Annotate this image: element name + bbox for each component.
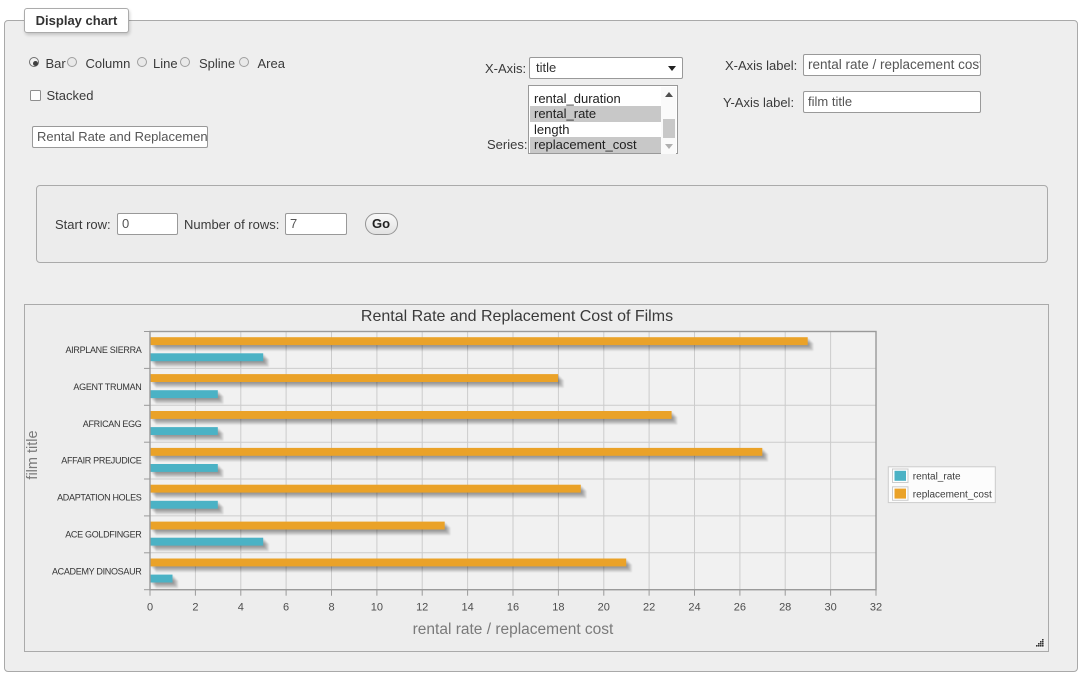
svg-text:18: 18 <box>552 601 564 613</box>
svg-text:replacement_cost: replacement_cost <box>913 489 992 500</box>
svg-text:4: 4 <box>238 601 244 613</box>
svg-text:Rental Rate and Replacement Co: Rental Rate and Replacement Cost of Film… <box>361 308 673 325</box>
svg-text:32: 32 <box>870 601 882 613</box>
svg-text:16: 16 <box>507 601 519 613</box>
svg-text:30: 30 <box>824 601 836 613</box>
svg-text:2: 2 <box>192 601 198 613</box>
svg-text:AGENT TRUMAN: AGENT TRUMAN <box>73 382 141 392</box>
svg-text:rental rate / replacement cost: rental rate / replacement cost <box>413 621 614 638</box>
svg-text:0: 0 <box>147 601 153 613</box>
svg-text:ACADEMY DINOSAUR: ACADEMY DINOSAUR <box>52 566 142 576</box>
svg-text:14: 14 <box>461 601 473 613</box>
svg-text:22: 22 <box>643 601 655 613</box>
svg-text:rental_rate: rental_rate <box>913 472 961 483</box>
svg-text:28: 28 <box>779 601 791 613</box>
svg-text:ACE GOLDFINGER: ACE GOLDFINGER <box>65 530 142 540</box>
svg-text:6: 6 <box>283 601 289 613</box>
svg-text:AFFAIR PREJUDICE: AFFAIR PREJUDICE <box>61 456 142 466</box>
svg-text:24: 24 <box>688 601 700 613</box>
svg-text:20: 20 <box>598 601 610 613</box>
svg-text:12: 12 <box>416 601 428 613</box>
svg-text:film title: film title <box>25 430 41 479</box>
svg-text:ADAPTATION HOLES: ADAPTATION HOLES <box>57 493 142 503</box>
svg-text:26: 26 <box>734 601 746 613</box>
svg-text:AIRPLANE SIERRA: AIRPLANE SIERRA <box>65 345 141 355</box>
svg-text:10: 10 <box>371 601 383 613</box>
svg-text:AFRICAN EGG: AFRICAN EGG <box>83 419 142 429</box>
svg-text:8: 8 <box>328 601 334 613</box>
